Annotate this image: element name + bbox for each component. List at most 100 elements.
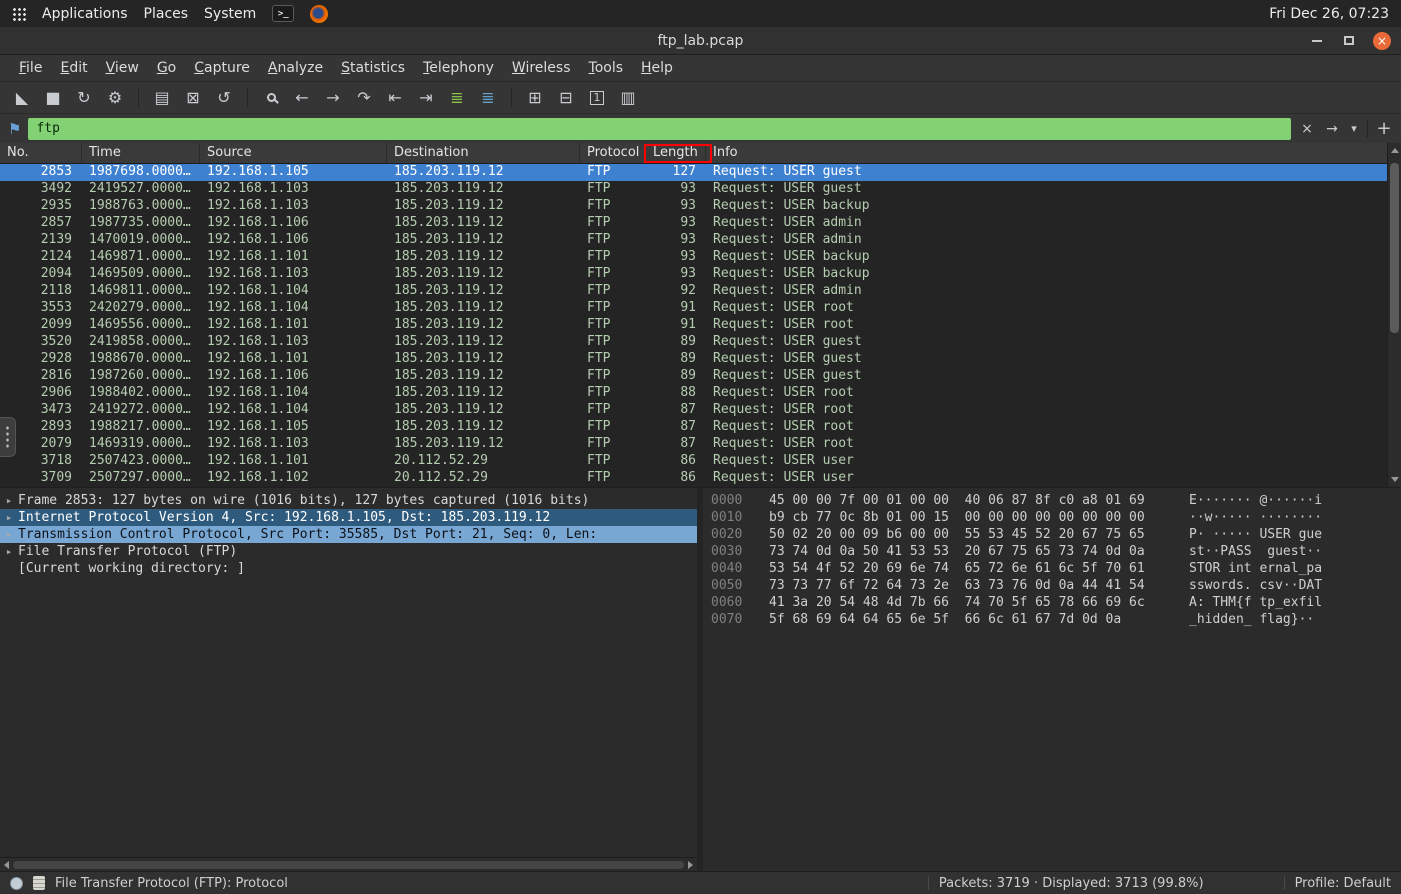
- hex-row[interactable]: 004053 54 4f 52 20 69 6e 74 65 72 6e 61 …: [711, 560, 1401, 577]
- hex-row[interactable]: 003073 74 0d 0a 50 41 53 53 20 67 75 65 …: [711, 543, 1401, 560]
- open-file-button[interactable]: ▤: [148, 85, 176, 111]
- column-header-source[interactable]: Source: [200, 143, 387, 163]
- packet-row[interactable]: 28531987698.0000…192.168.1.105185.203.11…: [0, 164, 1387, 181]
- detail-line[interactable]: [Current working directory: ]: [0, 560, 697, 577]
- packet-row[interactable]: 21181469811.0000…192.168.1.104185.203.11…: [0, 283, 1387, 300]
- menu-wireless[interactable]: Wireless: [503, 57, 580, 79]
- detail-line[interactable]: ▸Frame 2853: 127 bytes on wire (1016 bit…: [0, 492, 697, 509]
- menu-go[interactable]: Go: [148, 57, 185, 79]
- packet-row[interactable]: 28161987260.0000…192.168.1.106185.203.11…: [0, 368, 1387, 385]
- go-forward-button[interactable]: →: [319, 85, 347, 111]
- apps-grid-icon[interactable]: [12, 7, 26, 21]
- hex-row[interactable]: 0010b9 cb 77 0c 8b 01 00 15 00 00 00 00 …: [711, 509, 1401, 526]
- zoom-in-button[interactable]: ⊞: [521, 85, 549, 111]
- filter-dropdown-button[interactable]: ▾: [1348, 122, 1360, 135]
- packet-row[interactable]: 29351988763.0000…192.168.1.103185.203.11…: [0, 198, 1387, 215]
- scroll-right-arrow-icon[interactable]: [688, 861, 693, 869]
- terminal-icon[interactable]: >_: [272, 5, 294, 22]
- h-scrollbar-thumb[interactable]: [13, 861, 684, 869]
- menu-help[interactable]: Help: [632, 57, 682, 79]
- scroll-left-arrow-icon[interactable]: [4, 861, 9, 869]
- detail-line[interactable]: ▸File Transfer Protocol (FTP): [0, 543, 697, 560]
- detail-line[interactable]: ▸Internet Protocol Version 4, Src: 192.1…: [0, 509, 697, 526]
- display-filter-input[interactable]: ftp: [28, 118, 1291, 140]
- scrollbar-thumb[interactable]: [1390, 163, 1399, 333]
- capture-comment-icon[interactable]: [33, 876, 45, 890]
- column-header-info[interactable]: Info: [706, 143, 1387, 163]
- restart-capture-button[interactable]: ↻: [70, 85, 98, 111]
- packet-row[interactable]: 29061988402.0000…192.168.1.104185.203.11…: [0, 385, 1387, 402]
- normal-size-button[interactable]: 1: [583, 85, 611, 111]
- go-back-button[interactable]: ←: [288, 85, 316, 111]
- menu-file[interactable]: File: [10, 57, 51, 79]
- column-header-protocol[interactable]: Protocol: [580, 143, 646, 163]
- column-header-time[interactable]: Time: [82, 143, 200, 163]
- find-packet-button[interactable]: [257, 85, 285, 111]
- packet-row[interactable]: 21241469871.0000…192.168.1.101185.203.11…: [0, 249, 1387, 266]
- clock[interactable]: Fri Dec 26, 07:23: [1269, 6, 1389, 22]
- hex-row[interactable]: 005073 73 77 6f 72 64 73 2e 63 73 76 0d …: [711, 577, 1401, 594]
- capture-options-button[interactable]: ⚙: [101, 85, 129, 111]
- packet-row[interactable]: 35202419858.0000…192.168.1.103185.203.11…: [0, 334, 1387, 351]
- column-header-no[interactable]: No.: [0, 143, 82, 163]
- stop-capture-button[interactable]: ■: [39, 85, 67, 111]
- minimize-button[interactable]: [1309, 33, 1325, 49]
- close-file-button[interactable]: ⊠: [179, 85, 207, 111]
- hex-row[interactable]: 00705f 68 69 64 64 65 6e 5f 66 6c 61 67 …: [711, 611, 1401, 628]
- status-profile[interactable]: Profile: Default: [1295, 876, 1391, 891]
- packet-row[interactable]: 34922419527.0000…192.168.1.103185.203.11…: [0, 181, 1387, 198]
- packet-row[interactable]: 34732419272.0000…192.168.1.104185.203.11…: [0, 402, 1387, 419]
- expert-info-icon[interactable]: [10, 877, 23, 890]
- maximize-button[interactable]: [1341, 33, 1357, 49]
- last-packet-button[interactable]: ⇥: [412, 85, 440, 111]
- reload-file-button[interactable]: ↺: [210, 85, 238, 111]
- packet-row[interactable]: 28931988217.0000…192.168.1.105185.203.11…: [0, 419, 1387, 436]
- detail-line[interactable]: ▸Transmission Control Protocol, Src Port…: [0, 526, 697, 543]
- column-header-destination[interactable]: Destination: [387, 143, 580, 163]
- filter-bookmark-icon[interactable]: ⚑: [8, 120, 21, 138]
- first-packet-button[interactable]: ⇤: [381, 85, 409, 111]
- firefox-icon[interactable]: [310, 5, 328, 23]
- title-bar[interactable]: ftp_lab.pcap ×: [0, 27, 1401, 55]
- column-header-length[interactable]: Length: [646, 143, 706, 163]
- packet-row[interactable]: 37182507423.0000…192.168.1.10120.112.52.…: [0, 453, 1387, 470]
- cell-info: Request: USER backup: [706, 266, 1387, 283]
- close-button[interactable]: ×: [1373, 32, 1391, 50]
- add-filter-button[interactable]: +: [1375, 118, 1393, 139]
- colorize-packets-button[interactable]: ≣: [443, 85, 471, 111]
- packet-row[interactable]: 20991469556.0000…192.168.1.101185.203.11…: [0, 317, 1387, 334]
- packet-list-scrollbar[interactable]: [1387, 143, 1401, 487]
- menu-tools[interactable]: Tools: [580, 57, 633, 79]
- hex-row[interactable]: 006041 3a 20 54 48 4d 7b 66 74 70 5f 65 …: [711, 594, 1401, 611]
- panel-menu-places[interactable]: Places: [144, 6, 189, 22]
- side-pane-handle[interactable]: [0, 417, 16, 457]
- resize-columns-button[interactable]: ▥: [614, 85, 642, 111]
- packet-row[interactable]: 29281988670.0000…192.168.1.101185.203.11…: [0, 351, 1387, 368]
- menu-telephony[interactable]: Telephony: [414, 57, 503, 79]
- go-to-packet-button[interactable]: ↷: [350, 85, 378, 111]
- details-horizontal-scrollbar[interactable]: [0, 857, 697, 871]
- zoom-out-button[interactable]: ⊟: [552, 85, 580, 111]
- scroll-down-arrow-icon[interactable]: [1391, 477, 1399, 482]
- packet-row[interactable]: 37092507297.0000…192.168.1.10220.112.52.…: [0, 470, 1387, 487]
- packet-row[interactable]: 28571987735.0000…192.168.1.106185.203.11…: [0, 215, 1387, 232]
- menu-capture[interactable]: Capture: [185, 57, 259, 79]
- menu-analyze[interactable]: Analyze: [259, 57, 332, 79]
- scroll-up-arrow-icon[interactable]: [1391, 148, 1399, 153]
- menu-edit[interactable]: Edit: [51, 57, 96, 79]
- clear-filter-button[interactable]: ×: [1298, 121, 1316, 137]
- menu-view[interactable]: View: [97, 57, 148, 79]
- packet-row[interactable]: 20791469319.0000…192.168.1.103185.203.11…: [0, 436, 1387, 453]
- cell-source: 192.168.1.106: [200, 215, 387, 232]
- panel-menu-applications[interactable]: Applications: [42, 6, 128, 22]
- packet-row[interactable]: 20941469509.0000…192.168.1.103185.203.11…: [0, 266, 1387, 283]
- apply-filter-button[interactable]: →: [1323, 121, 1341, 137]
- hex-row[interactable]: 000045 00 00 7f 00 01 00 00 40 06 87 8f …: [711, 492, 1401, 509]
- hex-row[interactable]: 002050 02 20 00 09 b6 00 00 55 53 45 52 …: [711, 526, 1401, 543]
- auto-scroll-button[interactable]: ≣: [474, 85, 502, 111]
- start-capture-button[interactable]: ◣: [8, 85, 36, 111]
- menu-statistics[interactable]: Statistics: [332, 57, 414, 79]
- packet-row[interactable]: 21391470019.0000…192.168.1.106185.203.11…: [0, 232, 1387, 249]
- packet-row[interactable]: 35532420279.0000…192.168.1.104185.203.11…: [0, 300, 1387, 317]
- panel-menu-system[interactable]: System: [204, 6, 256, 22]
